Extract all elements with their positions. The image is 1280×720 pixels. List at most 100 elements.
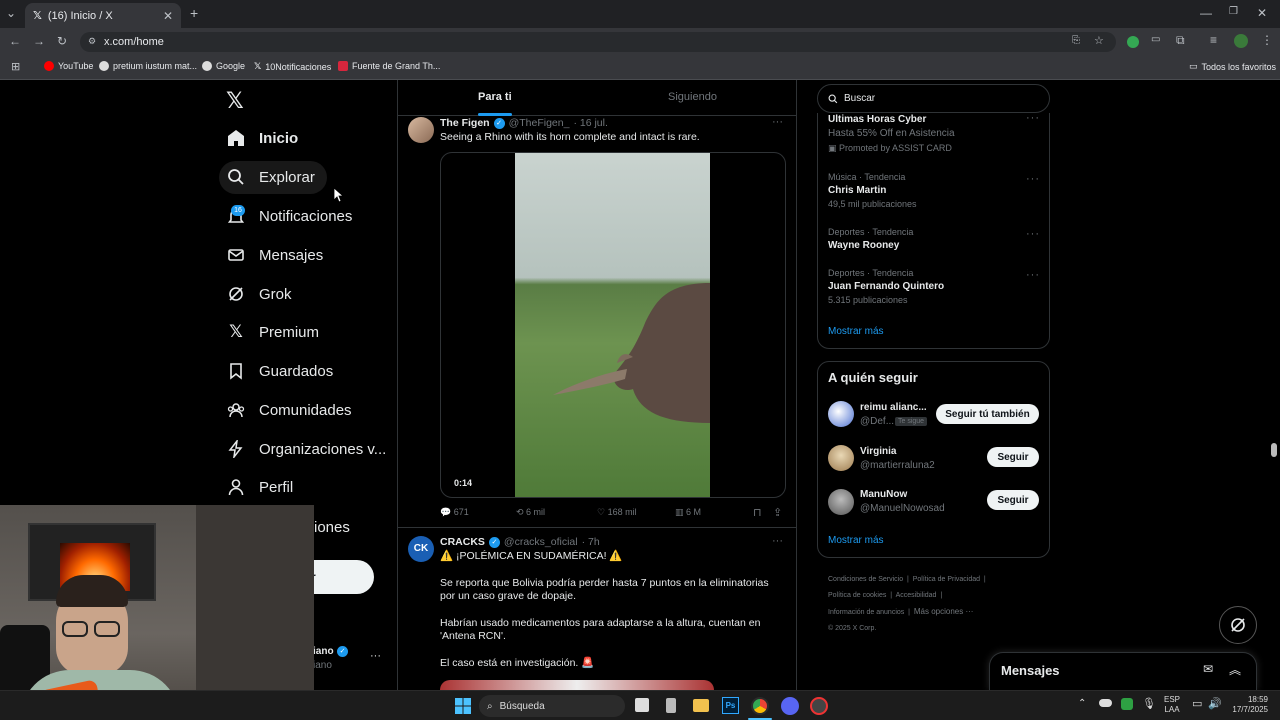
back-icon[interactable]: ← bbox=[9, 34, 21, 48]
grok-button[interactable] bbox=[1219, 606, 1257, 644]
all-bookmarks[interactable]: ▭ Todos los favoritos bbox=[1189, 61, 1276, 72]
trend-more-icon[interactable]: ··· bbox=[1026, 112, 1040, 124]
discord-icon[interactable] bbox=[781, 697, 799, 715]
footer-link[interactable]: Política de Privacidad bbox=[913, 576, 980, 583]
bookmark-pretium[interactable]: pretium iustum mat... bbox=[99, 61, 197, 71]
trend-promoted[interactable]: Ultimas Horas Cyber Hasta 55% Off en Asi… bbox=[828, 114, 955, 154]
minimize-icon[interactable]: — bbox=[1200, 6, 1212, 20]
media-controls-icon[interactable]: ≡ bbox=[1210, 33, 1217, 47]
restore-icon[interactable]: ❐ bbox=[1229, 6, 1238, 17]
trend-item[interactable]: Deportes · Tendencia Wayne Rooney bbox=[828, 227, 913, 251]
tweet-image-preview[interactable] bbox=[440, 680, 714, 690]
site-info-icon[interactable]: ⚙ bbox=[88, 36, 96, 47]
taskbar-search[interactable]: ⌕ Búsqueda bbox=[479, 695, 625, 717]
extension-green-icon[interactable] bbox=[1127, 36, 1139, 48]
chrome-icon[interactable] bbox=[751, 697, 769, 715]
tray-overflow-icon[interactable]: ⌃ bbox=[1078, 698, 1086, 709]
new-tab-icon[interactable]: + bbox=[190, 5, 198, 21]
nav-guardados[interactable]: Guardados bbox=[227, 362, 333, 380]
expand-icon[interactable]: ︽ bbox=[1229, 661, 1241, 678]
like-action[interactable]: ♡ 168 mil bbox=[597, 507, 637, 518]
language-indicator[interactable]: ESP LAA bbox=[1164, 695, 1180, 715]
tab-search-icon[interactable]: ⌄ bbox=[6, 6, 16, 20]
follow-button[interactable]: Seguir bbox=[987, 490, 1039, 510]
bookmark-star-icon[interactable]: ☆ bbox=[1094, 34, 1104, 47]
tray-app-icon[interactable] bbox=[1121, 698, 1133, 710]
profile-avatar[interactable] bbox=[1234, 34, 1248, 48]
bookmark-notificaciones[interactable]: 𝕏 10Notificaciones bbox=[254, 61, 331, 72]
nav-inicio[interactable]: Inicio bbox=[227, 129, 298, 147]
apps-grid-icon[interactable]: ⊞ bbox=[11, 60, 20, 73]
browser-tab[interactable]: 𝕏 (16) Inicio / X ✕ bbox=[25, 3, 181, 28]
nav-mensajes[interactable]: Mensajes bbox=[227, 246, 323, 264]
tab-para-ti[interactable]: Para ti bbox=[478, 91, 512, 103]
tweet-video[interactable]: 0:14 bbox=[440, 152, 786, 498]
onedrive-icon[interactable] bbox=[1099, 699, 1112, 707]
forward-icon[interactable]: → bbox=[33, 34, 45, 48]
app-icon[interactable] bbox=[666, 698, 676, 713]
reply-action[interactable]: 💬 671 bbox=[440, 507, 469, 518]
bookmark-google[interactable]: Google bbox=[202, 61, 245, 71]
display-icon[interactable]: ▭ bbox=[1192, 697, 1202, 710]
address-bar[interactable]: ⚙ x.com/home ⎘ ☆ bbox=[80, 32, 1116, 52]
footer-link[interactable]: Condiciones de Servicio bbox=[828, 576, 903, 583]
extension-icon[interactable]: ▭ bbox=[1151, 34, 1160, 45]
follow-back-button[interactable]: Seguir tú también bbox=[936, 404, 1039, 424]
follow-name[interactable]: Virginia bbox=[860, 446, 897, 457]
new-message-icon[interactable]: ✉ bbox=[1203, 662, 1213, 676]
footer-more-options[interactable]: Más opciones ··· bbox=[914, 607, 974, 616]
trend-more-icon[interactable]: ··· bbox=[1026, 228, 1040, 240]
install-app-icon[interactable]: ⎘ bbox=[1072, 35, 1080, 46]
close-window-icon[interactable]: ✕ bbox=[1257, 6, 1267, 20]
search-box[interactable]: Buscar bbox=[817, 84, 1050, 113]
tweet-time[interactable]: · 7h bbox=[582, 536, 600, 549]
trend-item[interactable]: Música · Tendencia Chris Martin 49,5 mil… bbox=[828, 172, 917, 209]
account-more-icon[interactable]: ··· bbox=[370, 650, 381, 662]
bookmark-grand-theft[interactable]: Fuente de Grand Th... bbox=[338, 61, 440, 71]
follow-button[interactable]: Seguir bbox=[987, 447, 1039, 467]
nav-more-label[interactable]: iones bbox=[314, 519, 350, 536]
tweet-handle[interactable]: @TheFigen_ bbox=[509, 117, 570, 130]
x-logo-icon[interactable]: 𝕏 bbox=[226, 88, 244, 114]
app-icon[interactable] bbox=[810, 697, 828, 715]
chrome-menu-icon[interactable]: ⋮ bbox=[1261, 33, 1273, 47]
trend-item[interactable]: Deportes · Tendencia Juan Fernando Quint… bbox=[828, 268, 944, 305]
reload-icon[interactable]: ↻ bbox=[57, 34, 67, 48]
follow-avatar[interactable] bbox=[828, 489, 854, 515]
bookmark-action-icon[interactable]: ⊓ bbox=[753, 506, 762, 519]
share-icon[interactable]: ⇪ bbox=[773, 506, 782, 519]
nav-organizaciones[interactable]: Organizaciones v... bbox=[227, 440, 386, 458]
trend-more-icon[interactable]: ··· bbox=[1026, 269, 1040, 281]
file-explorer-icon[interactable] bbox=[693, 699, 709, 712]
follow-name[interactable]: reimu alianc... bbox=[860, 402, 927, 413]
windows-start-icon[interactable] bbox=[455, 698, 471, 714]
tweet-author[interactable]: CRACKS bbox=[440, 536, 485, 549]
trends-show-more[interactable]: Mostrar más bbox=[828, 326, 884, 337]
follow-name[interactable]: ManuNow bbox=[860, 489, 907, 500]
volume-icon[interactable]: 🔊 bbox=[1208, 697, 1222, 710]
nav-notificaciones[interactable]: Notificaciones bbox=[227, 207, 352, 225]
tweet-handle[interactable]: @cracks_oficial bbox=[504, 536, 578, 549]
photoshop-icon[interactable]: Ps bbox=[722, 697, 739, 714]
clock[interactable]: 18:59 17/7/2025 bbox=[1228, 695, 1268, 715]
retweet-action[interactable]: ⟲ 6 mil bbox=[516, 507, 545, 518]
nav-explorar[interactable]: Explorar bbox=[227, 168, 315, 186]
follow-avatar[interactable] bbox=[828, 445, 854, 471]
tweet-avatar[interactable]: CK bbox=[408, 536, 434, 562]
nav-grok[interactable]: Grok bbox=[227, 285, 292, 303]
tweet-author[interactable]: The Figen bbox=[440, 117, 490, 130]
tweet-avatar[interactable] bbox=[408, 117, 434, 143]
tweet-more-icon[interactable]: ··· bbox=[772, 116, 783, 128]
trend-more-icon[interactable]: ··· bbox=[1026, 173, 1040, 185]
page-scrollbar-thumb[interactable] bbox=[1271, 443, 1277, 457]
who-show-more[interactable]: Mostrar más bbox=[828, 535, 884, 546]
nav-perfil[interactable]: Perfil bbox=[227, 478, 293, 496]
tab-siguiendo[interactable]: Siguiendo bbox=[668, 91, 717, 103]
views-action[interactable]: ▥ 6 M bbox=[675, 507, 701, 518]
messages-drawer[interactable]: Mensajes ✉ ︽ bbox=[989, 652, 1257, 690]
tweet-time[interactable]: · 16 jul. bbox=[573, 117, 607, 130]
extensions-puzzle-icon[interactable]: ⧉ bbox=[1176, 33, 1185, 48]
footer-link[interactable]: Información de anuncios bbox=[828, 609, 904, 616]
tweet-more-icon[interactable]: ··· bbox=[772, 535, 783, 547]
nav-comunidades[interactable]: Comunidades bbox=[227, 401, 352, 419]
